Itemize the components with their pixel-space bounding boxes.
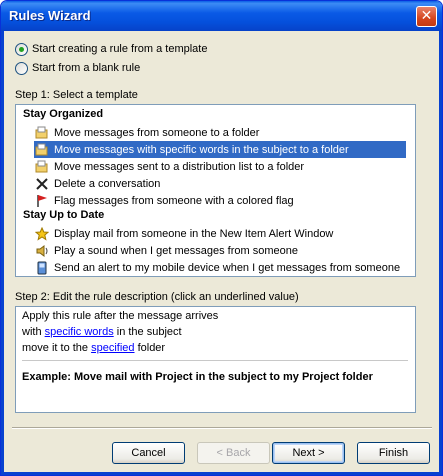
list-item[interactable]: Move messages sent to a distribution lis… <box>34 158 406 175</box>
next-button[interactable]: Next > <box>272 442 345 464</box>
window-frame-left <box>1 31 4 475</box>
sound-icon <box>34 243 50 259</box>
radio-start-blank[interactable]: Start from a blank rule <box>15 61 140 75</box>
window-frame-bottom <box>1 472 442 475</box>
footer-divider <box>12 427 432 429</box>
radio-button-checked[interactable] <box>15 42 28 56</box>
close-icon: ✕ <box>420 8 433 24</box>
list-item-selected[interactable]: Move messages with specific words in the… <box>34 141 406 158</box>
window-frame-right <box>439 31 442 475</box>
flag-icon <box>34 193 50 209</box>
example-text: Example: Move mail with Project in the s… <box>22 371 373 383</box>
list-item[interactable]: Display mail from someone in the New Ite… <box>34 225 406 242</box>
list-item[interactable]: Flag messages from someone with a colore… <box>34 192 406 209</box>
list-item[interactable]: Move messages from someone to a folder <box>34 124 406 141</box>
back-button[interactable]: < Back <box>197 442 270 464</box>
radio-start-from-template[interactable]: Start creating a rule from a template <box>15 42 207 56</box>
radio-label: Start creating a rule from a template <box>32 43 208 55</box>
specific-words-link[interactable]: specific words <box>45 326 114 338</box>
group-header: Stay Up to Date <box>23 209 105 221</box>
specified-folder-link[interactable]: specified <box>91 342 134 354</box>
cancel-button[interactable]: Cancel <box>112 442 185 464</box>
close-button[interactable]: ✕ <box>416 6 437 27</box>
list-item[interactable]: Play a sound when I get messages from so… <box>34 242 406 259</box>
alert-star-icon <box>34 226 50 242</box>
delete-x-icon <box>34 176 50 192</box>
move-folder-icon <box>34 125 50 141</box>
mobile-device-icon <box>34 260 50 276</box>
description-line: with specific words in the subject <box>22 326 182 338</box>
step2-label: Step 2: Edit the rule description (click… <box>15 291 299 303</box>
list-item[interactable]: Delete a conversation <box>34 175 406 192</box>
finish-button[interactable]: Finish <box>357 442 430 464</box>
description-line: move it to the specified folder <box>22 342 166 354</box>
radio-button-unchecked[interactable] <box>15 61 28 75</box>
move-folder-icon <box>34 142 50 158</box>
description-line: Apply this rule after the message arrive… <box>22 310 219 322</box>
move-folder-icon <box>34 159 50 175</box>
radio-label: Start from a blank rule <box>32 62 141 74</box>
step1-label: Step 1: Select a template <box>15 89 138 101</box>
rule-description-box: Apply this rule after the message arrive… <box>15 306 416 413</box>
description-divider <box>22 360 408 361</box>
window-title: Rules Wizard <box>9 8 91 23</box>
list-item[interactable]: Send an alert to my mobile device when I… <box>34 259 406 276</box>
title-bar[interactable]: Rules Wizard ✕ <box>1 1 442 31</box>
template-list[interactable]: Stay Organized Move messages from someon… <box>15 104 416 277</box>
rules-wizard-window: Rules Wizard ✕ Start creating a rule fro… <box>0 0 443 476</box>
group-header: Stay Organized <box>23 108 104 120</box>
